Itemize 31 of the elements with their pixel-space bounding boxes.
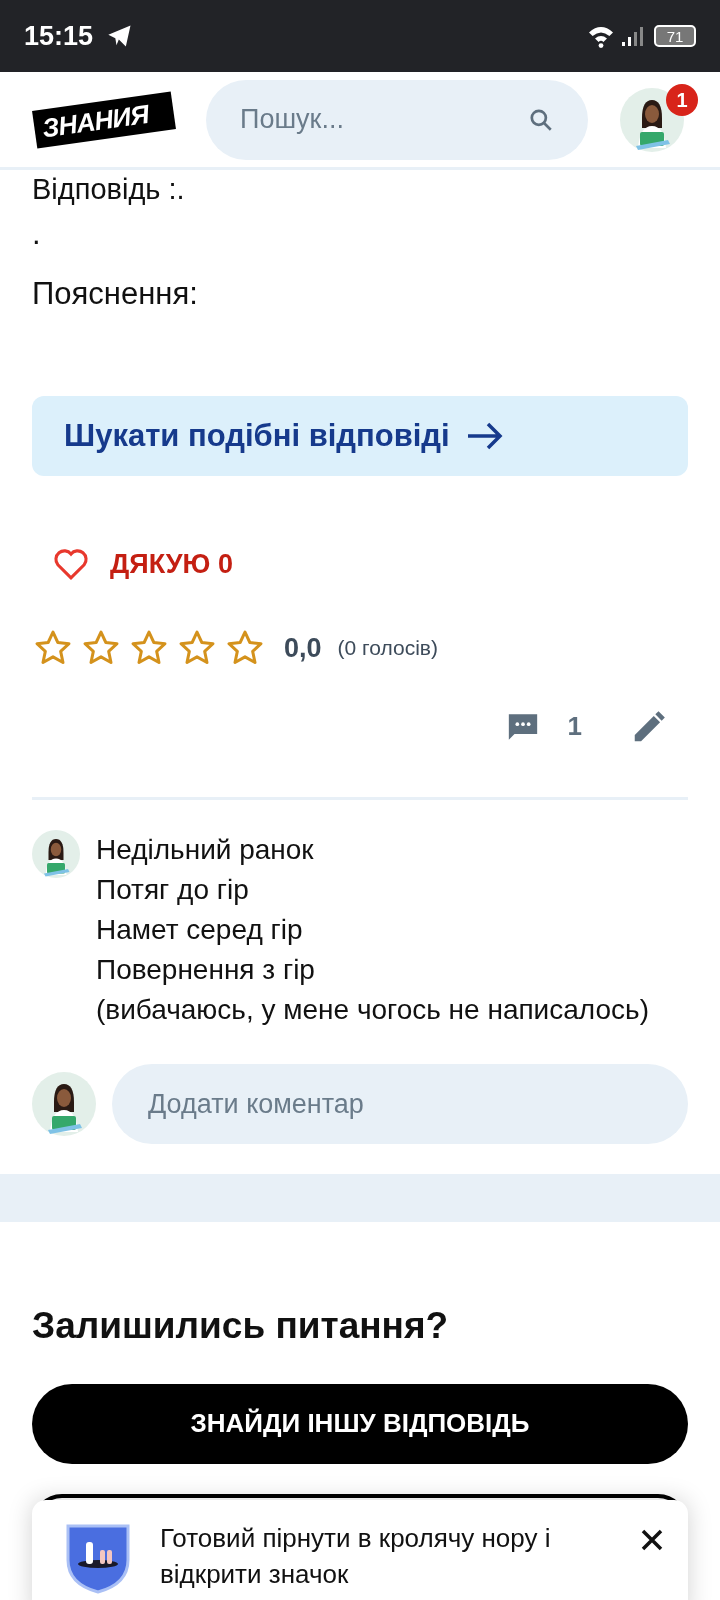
search-icon[interactable]: [528, 106, 554, 133]
wifi-icon: [586, 24, 616, 48]
comment-text: (вибачаюсь, у мене чогось не написалось): [96, 993, 649, 1027]
thanks-button[interactable]: ДЯКУЮ 0: [52, 544, 233, 585]
notification-badge: 1: [666, 83, 698, 116]
comment-text: Недільний ранок: [96, 833, 315, 867]
comment-text: Потяг до гір: [96, 873, 250, 907]
votes-count: (0 голосів): [337, 635, 438, 661]
commenter-avatar: [32, 830, 80, 878]
answer-text: .: [32, 216, 42, 252]
arrow-icon: [465, 421, 504, 451]
find-answer-button[interactable]: ЗНАЙДИ ІНШУ ВІДПОВІДЬ: [32, 1383, 688, 1464]
signal-icon: [620, 24, 646, 48]
logo[interactable]: ЗНАНИЯ: [32, 90, 176, 149]
section-title: Залишились питання?: [32, 1304, 450, 1348]
search-field[interactable]: Пошук...: [206, 79, 588, 160]
answer-heading: Відповідь :.: [32, 172, 186, 206]
comment-field[interactable]: Додати коментар: [112, 1064, 688, 1144]
comment-text: Повернення з гір: [96, 953, 316, 987]
clock: 15:15: [24, 19, 94, 53]
comment-text: Намет серед гір: [96, 913, 304, 947]
user-avatar: [32, 1072, 96, 1136]
similar-answers-button[interactable]: Шукати подібні відповіді: [32, 396, 688, 476]
rating-value: 0,0: [284, 631, 322, 665]
badge-icon: [66, 1524, 130, 1594]
battery-indicator: 71: [654, 25, 696, 47]
heart-icon: [52, 547, 90, 582]
toast-message: Готовий пірнути в кролячу нору і відкрити значок: [160, 1522, 552, 1591]
comments-count: 1: [567, 710, 582, 743]
answer-text: Пояснення:: [32, 276, 199, 312]
close-icon[interactable]: [640, 1528, 664, 1552]
